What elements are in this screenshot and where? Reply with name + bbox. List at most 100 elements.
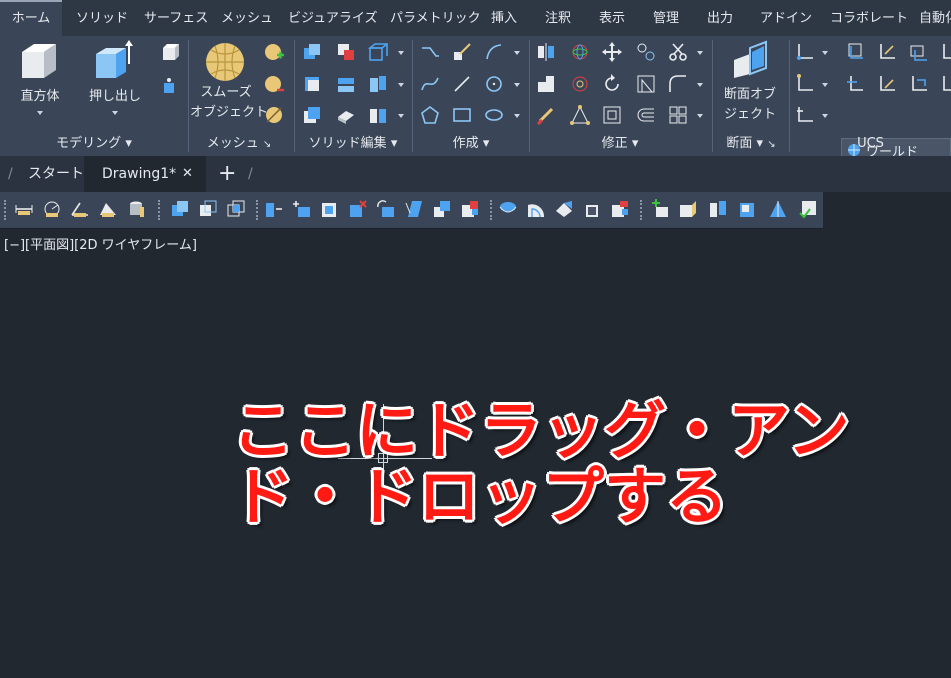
menu-tab-view[interactable]: 表示: [599, 0, 625, 36]
chevron-down-icon[interactable]: [822, 83, 828, 87]
chevron-down-icon[interactable]: [822, 51, 828, 55]
imprint-icon[interactable]: [498, 199, 518, 219]
array-grid-icon[interactable]: [668, 105, 688, 125]
move-faces-icon[interactable]: [292, 199, 312, 219]
copy-faces-icon[interactable]: [432, 199, 452, 219]
ucs-view-icon[interactable]: [909, 42, 929, 62]
ucs-face-icon[interactable]: [909, 74, 929, 94]
modify-panel-title[interactable]: 修正 ▾: [530, 134, 710, 154]
taper-faces-icon[interactable]: [404, 199, 424, 219]
menu-tab-surface[interactable]: サーフェス: [144, 0, 208, 36]
subtract-icon[interactable]: [336, 42, 356, 62]
chevron-down-icon[interactable]: [697, 83, 703, 87]
chevron-down-icon[interactable]: [697, 51, 703, 55]
stretch-icon[interactable]: [536, 74, 556, 94]
ellipse-icon[interactable]: [484, 105, 504, 125]
offset-curve-icon[interactable]: [636, 105, 656, 125]
fillet-icon[interactable]: [668, 74, 688, 94]
line-icon[interactable]: [452, 74, 472, 94]
array-icon[interactable]: [570, 105, 590, 125]
box-shade-icon[interactable]: [678, 199, 698, 219]
chevron-down-icon[interactable]: [514, 114, 520, 118]
menu-tab-output[interactable]: 出力: [707, 0, 733, 36]
edit-polyline-icon[interactable]: [452, 42, 472, 62]
inner-box-icon[interactable]: [738, 199, 758, 219]
tab-start[interactable]: スタート: [28, 156, 84, 192]
menu-tab-visualize[interactable]: ビジュアライズ: [288, 0, 377, 36]
menu-tab-collaborate[interactable]: コラボレート: [830, 0, 908, 36]
shell-icon[interactable]: [582, 199, 602, 219]
chevron-down-icon[interactable]: [822, 114, 828, 118]
mirror-3d-icon[interactable]: [536, 42, 556, 62]
align-3d-icon[interactable]: [570, 74, 590, 94]
toolbar-grip[interactable]: [4, 200, 8, 220]
rotate-icon[interactable]: [602, 74, 622, 94]
distance-icon[interactable]: [14, 199, 34, 219]
chevron-down-icon[interactable]: [398, 114, 404, 118]
close-icon[interactable]: ✕: [182, 156, 193, 192]
ucs-3point-icon[interactable]: [877, 74, 897, 94]
add-tab-button[interactable]: +: [218, 156, 236, 192]
polyline-icon[interactable]: [420, 42, 440, 62]
solid-edit-panel-title[interactable]: ソリッド編集 ▾: [295, 134, 411, 154]
ucs-panel-title[interactable]: UCS: [790, 134, 951, 154]
slice-icon[interactable]: [368, 74, 388, 94]
menu-tab-annotate[interactable]: 注釈: [545, 0, 571, 36]
delete-faces-icon[interactable]: [348, 199, 368, 219]
ucs-x-icon[interactable]: [940, 42, 951, 62]
area-icon[interactable]: [98, 199, 118, 219]
rectangle-icon[interactable]: [452, 105, 472, 125]
trim-scissors-icon[interactable]: [668, 42, 688, 62]
solid-box-edge-icon[interactable]: [368, 42, 388, 62]
angle-icon[interactable]: [70, 199, 90, 219]
chevron-down-icon[interactable]: [398, 51, 404, 55]
menu-tab-mesh[interactable]: メッシュ: [221, 0, 273, 36]
viewport-controls-label[interactable]: [−][平面図][2D ワイヤフレーム]: [4, 234, 197, 253]
ucs-origin-icon[interactable]: [877, 42, 897, 62]
split-faces-icon[interactable]: [708, 199, 728, 219]
chevron-down-icon[interactable]: [398, 83, 404, 87]
mesh-add-icon[interactable]: [264, 42, 284, 62]
spline-icon[interactable]: [420, 74, 440, 94]
ucs-previous-icon[interactable]: [845, 74, 865, 94]
shell-icon[interactable]: [336, 105, 356, 125]
extrude-faces-icon[interactable]: [264, 199, 284, 219]
thicken-icon[interactable]: [302, 105, 322, 125]
menu-tab-manage[interactable]: 管理: [653, 0, 679, 36]
menu-tab-solid[interactable]: ソリッド: [76, 0, 128, 36]
menu-tab-home[interactable]: ホーム: [0, 0, 62, 36]
menu-tab-automate[interactable]: 自動化: [919, 0, 951, 36]
draw-panel-title[interactable]: 作成 ▾: [413, 134, 529, 154]
offset-faces-icon[interactable]: [320, 199, 340, 219]
menu-tab-addins[interactable]: アドイン: [760, 0, 812, 36]
toolbar-grip[interactable]: [158, 200, 162, 220]
mesh-panel-title[interactable]: メッシュ ↘: [189, 134, 289, 154]
intersect-icon[interactable]: [226, 199, 246, 219]
polysolid-icon[interactable]: [159, 76, 179, 96]
section-panel-title[interactable]: 断面 ▾ ↘: [713, 134, 789, 154]
chevron-down-icon[interactable]: [514, 83, 520, 87]
arc-icon[interactable]: [484, 42, 504, 62]
mesh-refine-icon[interactable]: [264, 74, 284, 94]
tab-drawing1[interactable]: Drawing1* ✕: [84, 156, 206, 192]
subtract-icon[interactable]: [198, 199, 218, 219]
presspull-icon[interactable]: [159, 42, 179, 62]
modeling-panel-title[interactable]: モデリング ▾: [0, 134, 188, 154]
union-icon[interactable]: [302, 42, 322, 62]
mesh-crease-icon[interactable]: [264, 105, 284, 125]
rotate-faces-icon[interactable]: [376, 199, 396, 219]
check-icon[interactable]: [610, 199, 630, 219]
separate-icon[interactable]: [368, 105, 388, 125]
menu-tab-parametric[interactable]: パラメトリック: [390, 0, 481, 36]
chevron-down-icon[interactable]: [514, 51, 520, 55]
ucs-named-icon[interactable]: [845, 42, 865, 62]
toolbar-grip[interactable]: [490, 200, 494, 220]
erase-icon[interactable]: [536, 105, 556, 125]
toolbar-grip[interactable]: [256, 200, 260, 220]
slice-box-icon[interactable]: [650, 199, 670, 219]
ucs-icon[interactable]: [795, 42, 815, 62]
radius-icon[interactable]: [42, 199, 62, 219]
ucs-y-icon[interactable]: [940, 74, 951, 94]
ucs-axis-icon[interactable]: [795, 74, 815, 94]
polygon-icon[interactable]: [420, 105, 440, 125]
